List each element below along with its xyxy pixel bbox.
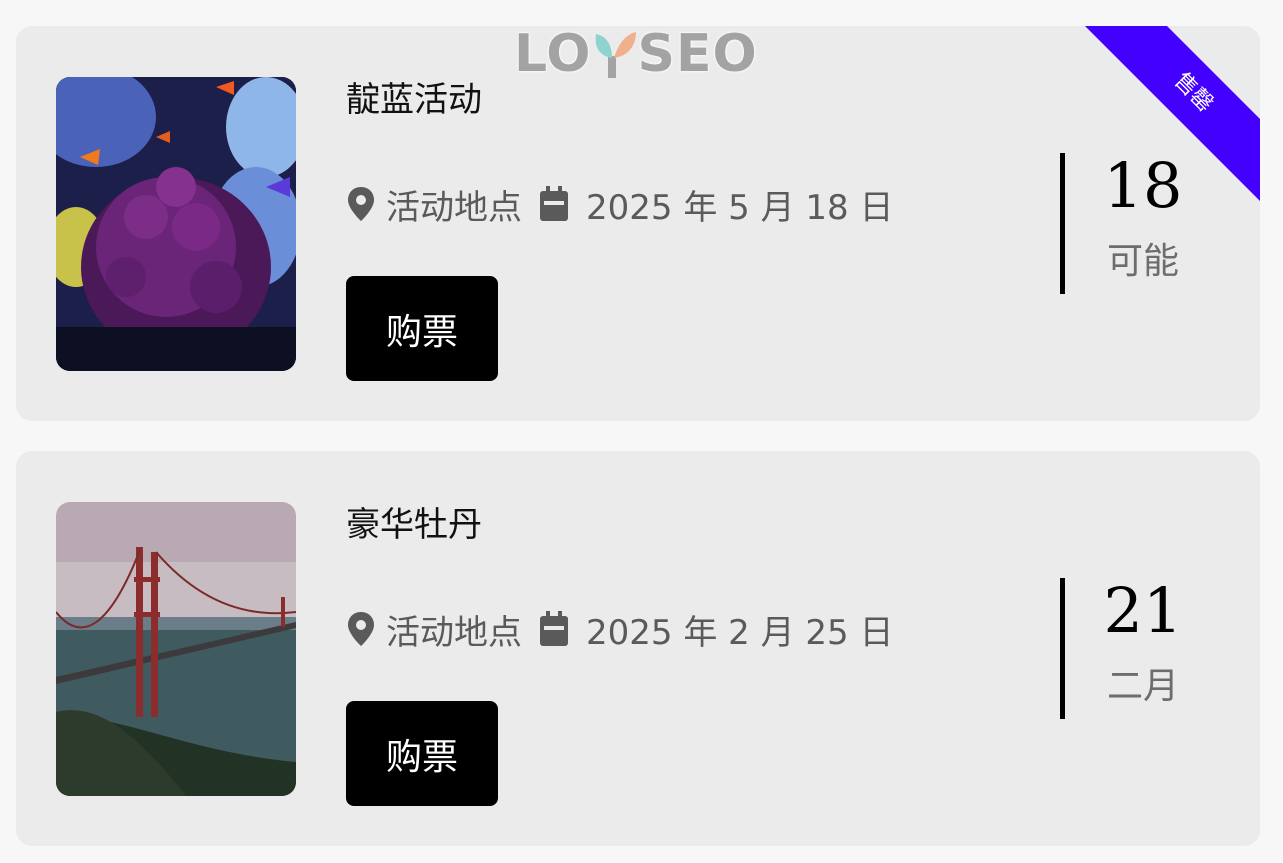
event-image-coral-reef[interactable] — [56, 77, 296, 371]
event-month-label: 可能 — [1106, 241, 1179, 282]
ribbon-label: 售罄 — [1084, 26, 1260, 202]
event-day: 21 — [1103, 574, 1183, 647]
calendar-icon — [538, 185, 570, 223]
event-image-golden-gate[interactable] — [56, 502, 296, 796]
date-divider — [1060, 578, 1065, 719]
calendar-icon — [538, 610, 570, 648]
event-date: 2025 年 5 月 18 日 — [586, 187, 894, 228]
watermark-y-logo-icon — [592, 28, 638, 80]
event-card: 豪华牡丹 活动地点 2025 年 2 月 25 日 购票 21 二月 — [16, 451, 1260, 846]
event-title[interactable]: 靛蓝活动 — [346, 78, 482, 122]
buy-ticket-button[interactable]: 购票 — [346, 276, 498, 381]
sold-out-ribbon: 售罄 — [1080, 26, 1260, 206]
map-pin-icon — [346, 610, 376, 648]
event-month-label: 二月 — [1106, 666, 1179, 707]
date-divider — [1060, 153, 1065, 294]
buy-ticket-button[interactable]: 购票 — [346, 701, 498, 806]
event-date: 2025 年 2 月 25 日 — [586, 612, 894, 653]
event-meta: 活动地点 2025 年 5 月 18 日 — [346, 182, 894, 228]
event-meta: 活动地点 2025 年 2 月 25 日 — [346, 607, 894, 653]
event-location: 活动地点 — [386, 187, 522, 228]
event-title[interactable]: 豪华牡丹 — [346, 503, 482, 547]
event-location: 活动地点 — [386, 612, 522, 653]
event-card: 靛蓝活动 活动地点 2025 年 5 月 18 日 购票 18 可能 售罄 — [16, 26, 1260, 421]
map-pin-icon — [346, 185, 376, 223]
loyseo-watermark: LO SEO — [514, 24, 758, 84]
